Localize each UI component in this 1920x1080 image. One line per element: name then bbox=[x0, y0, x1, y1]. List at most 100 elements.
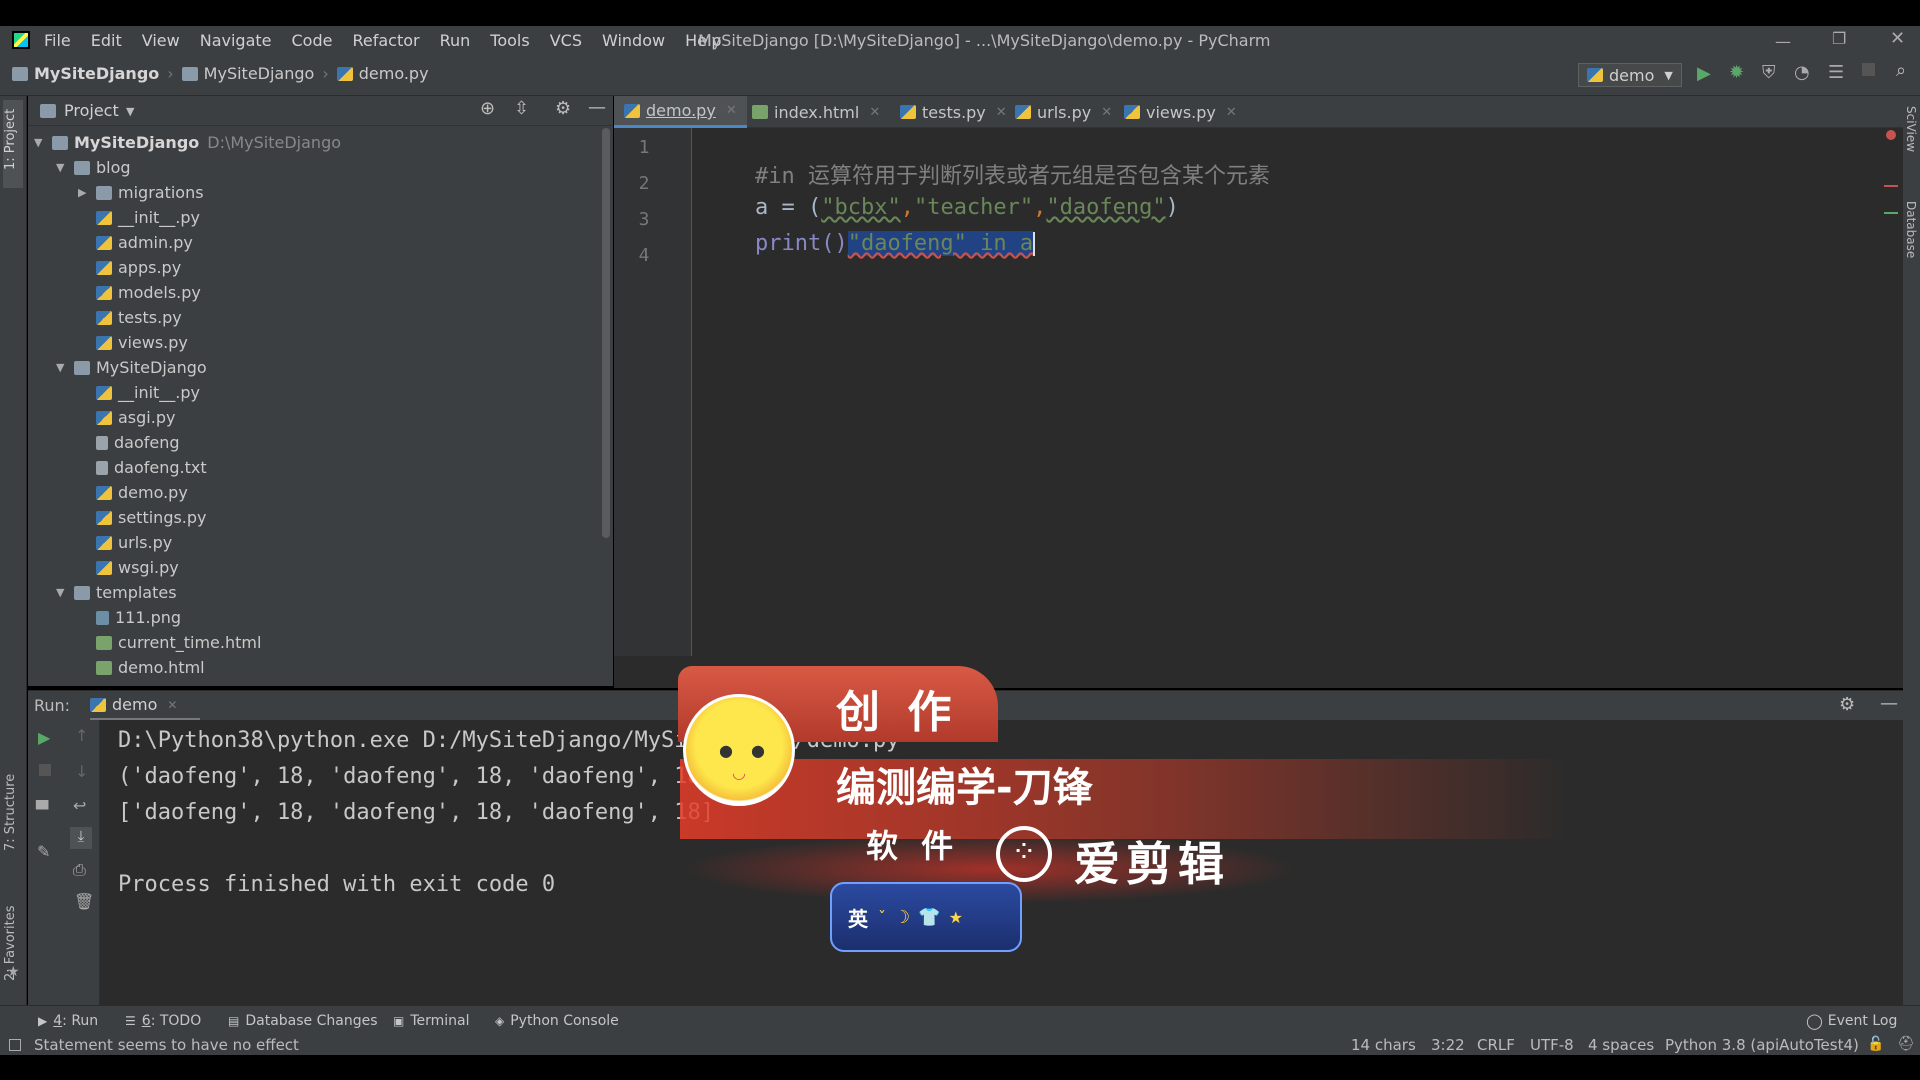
sciview-tool-button[interactable]: SciView bbox=[1903, 106, 1920, 186]
tree-folder[interactable]: ▼ templates bbox=[56, 580, 177, 605]
close-window-icon[interactable]: ✕ bbox=[1890, 28, 1905, 49]
tree-file[interactable]: daofeng.txt bbox=[78, 455, 207, 480]
gear-icon[interactable]: ⚙ bbox=[1839, 694, 1855, 715]
close-tab-icon[interactable]: ✕ bbox=[726, 103, 737, 118]
warning-marker[interactable] bbox=[1884, 185, 1898, 187]
editor-tab-views-py[interactable]: views.py ✕ bbox=[1114, 96, 1247, 128]
code-editor[interactable]: #in 运算符用于判断列表或者元组是否包含某个元素 a = ("bcbx","t… bbox=[692, 128, 1903, 656]
tree-file[interactable]: models.py bbox=[78, 280, 201, 305]
pin-icon[interactable]: ✎ bbox=[37, 842, 50, 861]
run-config-select[interactable]: demo ▼ bbox=[1578, 63, 1682, 87]
tree-file[interactable]: demo.py bbox=[78, 480, 188, 505]
tree-file[interactable]: demo.html bbox=[78, 655, 205, 680]
menu-file[interactable]: File bbox=[44, 31, 71, 50]
expand-arrow-icon[interactable]: ▼ bbox=[56, 361, 70, 374]
search-icon[interactable]: ⌕ bbox=[1896, 60, 1906, 81]
print-icon[interactable]: ⎙ bbox=[73, 860, 86, 880]
close-tab-icon[interactable]: ✕ bbox=[1101, 105, 1112, 120]
menu-edit[interactable]: Edit bbox=[91, 31, 122, 50]
tree-file[interactable]: settings.py bbox=[78, 505, 207, 530]
locate-icon[interactable]: ⊕ bbox=[480, 98, 495, 119]
concurrency-icon[interactable]: ☰ bbox=[1828, 62, 1844, 83]
run-icon[interactable]: ▶ bbox=[1697, 63, 1711, 84]
tree-file[interactable]: urls.py bbox=[78, 530, 172, 555]
editor-tab-demo-py[interactable]: demo.py ✕ bbox=[614, 96, 747, 128]
menu-tools[interactable]: Tools bbox=[490, 31, 529, 50]
profile-icon[interactable]: ◔ bbox=[1794, 62, 1810, 83]
trash-icon[interactable]: 🗑 bbox=[74, 892, 94, 911]
tree-file[interactable]: current_time.html bbox=[78, 630, 261, 655]
gear-icon[interactable]: ⚙ bbox=[555, 98, 571, 119]
tree-file[interactable]: views.py bbox=[78, 330, 188, 355]
breadcrumb-item[interactable]: MySiteDjango bbox=[204, 64, 315, 83]
database-tool-button[interactable]: Database bbox=[1903, 201, 1920, 291]
tree-file[interactable]: wsgi.py bbox=[78, 555, 179, 580]
expand-arrow-icon[interactable]: ▼ bbox=[56, 161, 70, 174]
status-toggle-icon[interactable] bbox=[9, 1039, 21, 1051]
close-tab-icon[interactable]: ✕ bbox=[869, 105, 880, 120]
close-tab-icon[interactable]: ✕ bbox=[167, 698, 177, 712]
tree-file[interactable]: __init__.py bbox=[78, 380, 200, 405]
debug-icon[interactable]: ✹ bbox=[1729, 62, 1744, 83]
arrow-down-icon[interactable]: ↓ bbox=[75, 762, 88, 781]
tree-file[interactable]: admin.py bbox=[78, 230, 193, 255]
tree-file[interactable]: __init__.py bbox=[78, 205, 200, 230]
menu-run[interactable]: Run bbox=[440, 31, 471, 50]
project-view-select[interactable]: Project bbox=[64, 101, 119, 120]
tree-file[interactable]: tests.py bbox=[78, 305, 182, 330]
tree-file[interactable]: 111.png bbox=[78, 605, 181, 630]
run-tab[interactable]: demo ✕ bbox=[90, 691, 200, 721]
status-position[interactable]: 3:22 bbox=[1431, 1035, 1465, 1055]
rerun-icon[interactable]: ▶ bbox=[38, 728, 50, 747]
tree-folder[interactable]: ▼ blog bbox=[56, 155, 131, 180]
soft-wrap-icon[interactable]: ↩ bbox=[73, 796, 86, 815]
hide-icon[interactable]: — bbox=[588, 97, 606, 118]
hide-icon[interactable]: — bbox=[1880, 693, 1898, 714]
project-scrollbar[interactable] bbox=[602, 128, 610, 538]
minimize-icon[interactable]: — bbox=[1775, 32, 1791, 51]
collapse-all-icon[interactable]: ⇳ bbox=[514, 98, 529, 119]
collapsed-arrow-icon[interactable]: ▶ bbox=[78, 186, 92, 199]
menu-vcs[interactable]: VCS bbox=[550, 31, 582, 50]
restore-layout-icon[interactable]: ▀ bbox=[36, 800, 48, 819]
tree-root[interactable]: ▼ MySiteDjango D:\MySiteDjango bbox=[34, 130, 341, 155]
breadcrumb-item[interactable]: MySiteDjango bbox=[34, 64, 159, 83]
scroll-to-end-icon[interactable]: ⤓ bbox=[70, 827, 92, 849]
ok-marker[interactable] bbox=[1884, 212, 1898, 214]
coverage-icon[interactable]: ⛨ bbox=[1762, 62, 1776, 83]
tree-file[interactable]: asgi.py bbox=[78, 405, 175, 430]
restore-icon[interactable]: ❐ bbox=[1832, 29, 1846, 48]
bottom-tab-pythonconsole[interactable]: ◈ Python Console bbox=[495, 1006, 619, 1036]
status-interpreter[interactable]: Python 3.8 (apiAutoTest4) bbox=[1665, 1035, 1859, 1055]
bottom-tab-databasechanges[interactable]: ▤ Database Changes bbox=[228, 1006, 378, 1036]
tree-file[interactable]: daofeng bbox=[78, 430, 180, 455]
stop-icon[interactable] bbox=[1862, 63, 1875, 76]
tree-file[interactable]: apps.py bbox=[78, 255, 181, 280]
close-tab-icon[interactable]: ✕ bbox=[1226, 105, 1237, 120]
bottom-tab-todo[interactable]: ☰ 6: TODO bbox=[125, 1006, 201, 1036]
tree-folder[interactable]: ▶ migrations bbox=[78, 180, 204, 205]
editor-tab-urls-py[interactable]: urls.py ✕ bbox=[1005, 96, 1122, 128]
structure-tool-button[interactable]: 7: Structure bbox=[3, 761, 23, 857]
breadcrumb-item[interactable]: demo.py bbox=[359, 64, 429, 83]
status-line-separator[interactable]: CRLF bbox=[1477, 1035, 1515, 1055]
menu-view[interactable]: View bbox=[142, 31, 180, 50]
status-indent[interactable]: 4 spaces bbox=[1588, 1035, 1654, 1055]
menu-code[interactable]: Code bbox=[292, 31, 333, 50]
menu-window[interactable]: Window bbox=[602, 31, 665, 50]
arrow-up-icon[interactable]: ↑ bbox=[75, 726, 88, 745]
menu-refactor[interactable]: Refactor bbox=[352, 31, 419, 50]
bottom-tab-run[interactable]: ▶ 4: Run bbox=[38, 1006, 98, 1036]
expand-arrow-icon[interactable]: ▼ bbox=[56, 586, 70, 599]
code-selection[interactable]: "daofeng" in a bbox=[847, 231, 1034, 256]
editor-tab-index-html[interactable]: index.html ✕ bbox=[742, 96, 890, 128]
error-stripe-icon[interactable] bbox=[1886, 130, 1896, 140]
inspector-icon[interactable]: ⛑ bbox=[1897, 1036, 1915, 1052]
bottom-tab-terminal[interactable]: ▣ Terminal bbox=[393, 1006, 470, 1036]
editor-tab-tests-py[interactable]: tests.py ✕ bbox=[890, 96, 1017, 128]
status-encoding[interactable]: UTF-8 bbox=[1530, 1035, 1574, 1055]
event-log-button[interactable]: ◯ Event Log bbox=[1806, 1006, 1897, 1036]
tree-folder[interactable]: ▼ MySiteDjango bbox=[56, 355, 207, 380]
stop-icon[interactable] bbox=[39, 764, 51, 776]
project-tool-button[interactable]: 1: Project bbox=[3, 100, 23, 188]
